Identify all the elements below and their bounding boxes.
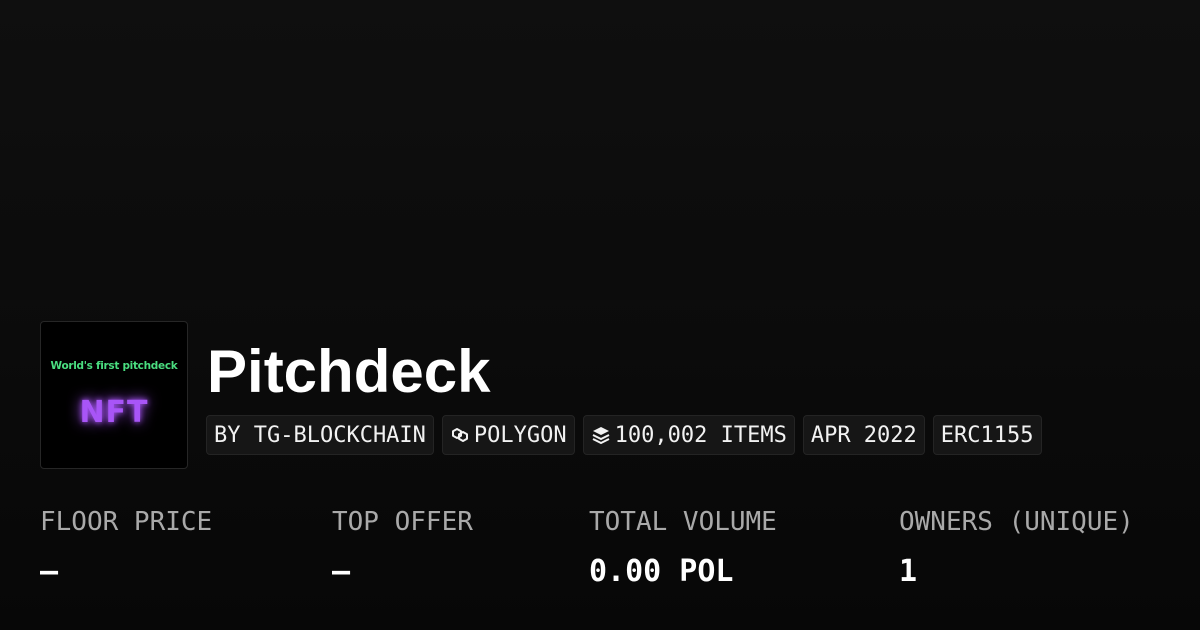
total-volume-value: 0.00 POL xyxy=(589,554,734,589)
standard-tag-label: ERC1155 xyxy=(940,422,1034,448)
items-tag-label: 100,002 ITEMS xyxy=(614,422,787,448)
chain-tag[interactable]: POLYGON xyxy=(441,415,575,455)
chain-tag-label: POLYGON xyxy=(473,422,567,448)
total-volume-label: TOTAL VOLUME xyxy=(589,507,777,537)
owners-value: 1 xyxy=(899,554,918,589)
floor-price-value: – xyxy=(40,554,59,589)
collection-tags: BY TG-BLOCKCHAIN POLYGON 100,002 ITEMS A… xyxy=(206,415,1042,455)
standard-tag: ERC1155 xyxy=(932,415,1042,455)
avatar-tagline: World's first pitchdeck xyxy=(50,360,178,372)
top-offer-label: TOP OFFER xyxy=(332,507,473,537)
polygon-icon xyxy=(450,425,470,445)
creator-tag-label: BY TG-BLOCKCHAIN xyxy=(214,422,426,448)
stat-floor-price: FLOOR PRICE – xyxy=(40,502,212,592)
owners-label: OWNERS (UNIQUE) xyxy=(899,507,1134,537)
date-tag-label: APR 2022 xyxy=(810,422,917,448)
items-tag[interactable]: 100,002 ITEMS xyxy=(582,415,795,455)
stat-total-volume: TOTAL VOLUME 0.00 POL xyxy=(589,502,777,592)
collection-title: Pitchdeck xyxy=(207,338,491,405)
date-tag: APR 2022 xyxy=(802,415,925,455)
floor-price-label: FLOOR PRICE xyxy=(40,507,213,537)
top-offer-value: – xyxy=(332,554,351,589)
stat-top-offer: TOP OFFER – xyxy=(332,502,473,592)
avatar-nft-label: NFT xyxy=(79,395,149,430)
creator-tag[interactable]: BY TG-BLOCKCHAIN xyxy=(206,415,434,455)
layers-icon xyxy=(591,425,611,445)
collection-avatar: World's first pitchdeck NFT xyxy=(40,321,188,469)
stat-owners: OWNERS (UNIQUE) 1 xyxy=(899,502,1134,592)
